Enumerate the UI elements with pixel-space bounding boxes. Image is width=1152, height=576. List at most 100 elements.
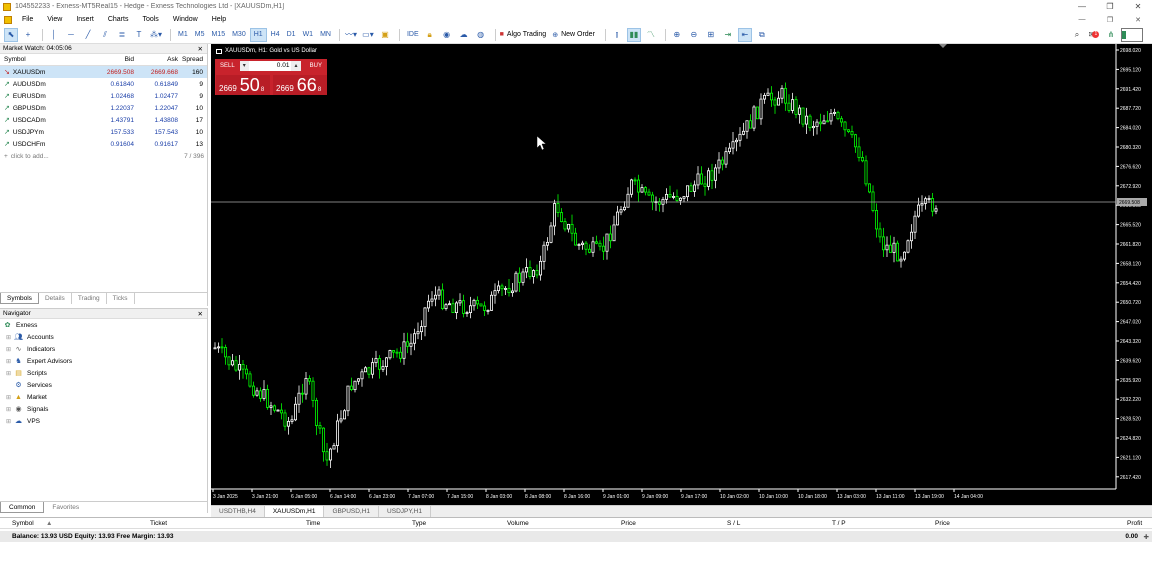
close-icon[interactable]: ✕: [198, 310, 203, 318]
nav-item-services[interactable]: ⚙ Services: [0, 379, 207, 391]
sell-price-button[interactable]: 2669 50 8: [216, 75, 270, 95]
price-chart[interactable]: 2698.020 2695.120 2691.420 2687.720 2684.020…: [211, 44, 1152, 505]
buy-button[interactable]: BUY: [305, 63, 327, 69]
col-ask[interactable]: Ask: [134, 56, 178, 63]
nav-item-expert-advisors[interactable]: ⊞ ♞ Expert Advisors: [0, 355, 207, 367]
col-symbol[interactable]: Symbol: [0, 56, 90, 63]
autoscroll-icon[interactable]: ⇥: [721, 28, 735, 42]
symbol-row[interactable]: ↗ USDCADm 1.43791 1.43808 17: [0, 114, 207, 126]
close-icon[interactable]: ✕: [198, 45, 203, 53]
wifi-icon[interactable]: ⋔: [1104, 28, 1118, 42]
tf-h1[interactable]: H1: [249, 27, 267, 42]
col-time[interactable]: Time: [306, 520, 320, 527]
lock-icon[interactable]: 🔒︎: [423, 28, 437, 42]
cloud-icon[interactable]: ☁: [457, 28, 471, 42]
col-ticket[interactable]: Ticket: [150, 520, 167, 527]
nav-item-signals[interactable]: ⊞ ◉ Signals: [0, 403, 207, 415]
expand-icon[interactable]: ⊞: [6, 334, 14, 341]
nav-item-vps[interactable]: ⊞ ☁ VPS: [0, 415, 207, 427]
templates-icon[interactable]: ▭▾: [361, 28, 375, 42]
bar-chart-icon[interactable]: ⫾: [610, 28, 624, 42]
col-price-current[interactable]: Price: [935, 520, 950, 527]
symbol-row[interactable]: ↗ AUDUSDm 0.61840 0.61849 9: [0, 78, 207, 90]
volume-down-button[interactable]: ▾: [239, 61, 249, 71]
add-symbol-row[interactable]: + click to add... 7 / 396: [0, 150, 207, 162]
symbol-row[interactable]: ↘ XAUUSDm 2669.508 2669.668 160: [0, 66, 207, 78]
maximize-button[interactable]: ❐: [1096, 2, 1124, 11]
expand-icon[interactable]: ⊞: [6, 358, 14, 365]
tf-d1[interactable]: D1: [284, 28, 299, 42]
new-chart-icon[interactable]: ▣: [378, 28, 392, 42]
col-spread[interactable]: Spread: [178, 56, 206, 63]
menu-tools[interactable]: Tools: [136, 16, 166, 23]
chart-tab[interactable]: USDJPY,H1: [379, 506, 431, 517]
candlestick-icon[interactable]: ▮▮: [626, 27, 641, 42]
menu-window[interactable]: Window: [167, 16, 206, 23]
col-price[interactable]: Price: [621, 520, 636, 527]
cursor-icon[interactable]: ⬉: [4, 27, 18, 42]
volume-input[interactable]: 0.01: [248, 61, 292, 71]
chart-area[interactable]: 2698.020 2695.120 2691.420 2687.720 2684.020…: [211, 44, 1152, 517]
chart-tab[interactable]: USDTHB,H4: [211, 506, 265, 517]
col-symbol[interactable]: Symbol: [12, 520, 34, 527]
close-button[interactable]: ✕: [1124, 2, 1152, 11]
tab-ticks[interactable]: Ticks: [107, 293, 135, 304]
horizontal-line-icon[interactable]: ─: [64, 28, 78, 42]
col-tp[interactable]: T / P: [832, 520, 846, 527]
vps-icon[interactable]: ◍: [474, 28, 488, 42]
col-sl[interactable]: S / L: [727, 520, 740, 527]
new-order-button[interactable]: ⊕ New Order: [552, 31, 595, 39]
symbol-row[interactable]: ↗ GBPUSDm 1.22037 1.22047 10: [0, 102, 207, 114]
messages-icon[interactable]: ✉1: [1087, 28, 1101, 42]
trendline-icon[interactable]: ╱: [81, 28, 95, 42]
menu-charts[interactable]: Charts: [102, 16, 137, 23]
col-type[interactable]: Type: [412, 520, 426, 527]
col-volume[interactable]: Volume: [507, 520, 529, 527]
shapes-icon[interactable]: ⁂▾: [149, 28, 163, 42]
child-minimize-button[interactable]: —: [1068, 16, 1096, 24]
zoom-out-icon[interactable]: ⊖: [687, 28, 701, 42]
expand-icon[interactable]: ⊞: [6, 394, 14, 401]
tab-common[interactable]: Common: [0, 502, 45, 513]
expand-icon[interactable]: ⊞: [6, 346, 14, 353]
grid-icon[interactable]: ⊞: [704, 28, 718, 42]
tf-mn[interactable]: MN: [317, 28, 334, 42]
zoom-in-icon[interactable]: ⊕: [670, 28, 684, 42]
nav-root[interactable]: ✿ Exness: [0, 319, 207, 331]
line-chart-icon[interactable]: 〽: [644, 28, 658, 42]
volume-up-button[interactable]: ▴: [291, 61, 301, 71]
crosshair-icon[interactable]: +: [21, 28, 35, 42]
signal-icon[interactable]: ◉: [440, 28, 454, 42]
fibonacci-icon[interactable]: ≣: [115, 28, 129, 42]
expand-icon[interactable]: ✚: [1144, 533, 1149, 541]
nav-item-indicators[interactable]: ⊞ ∿ Indicators: [0, 343, 207, 355]
minimize-button[interactable]: —: [1068, 2, 1096, 11]
tf-h4[interactable]: H4: [268, 28, 283, 42]
menu-file[interactable]: File: [16, 16, 41, 23]
screenshot-icon[interactable]: ⧉: [755, 28, 769, 42]
tf-w1[interactable]: W1: [300, 28, 317, 42]
indicators-icon[interactable]: 〰▾: [344, 28, 358, 42]
col-profit[interactable]: Profit: [1127, 520, 1142, 527]
chart-tab[interactable]: GBPUSD,H1: [324, 506, 380, 517]
nav-item-market[interactable]: ⊞ ▲ Market: [0, 391, 207, 403]
tab-symbols[interactable]: Symbols: [0, 293, 39, 304]
sell-button[interactable]: SELL: [215, 63, 240, 69]
buy-price-button[interactable]: 2669 66 8: [273, 75, 327, 95]
child-restore-button[interactable]: ❐: [1096, 16, 1124, 24]
nav-item-scripts[interactable]: ⊞ ▤ Scripts: [0, 367, 207, 379]
tf-m5[interactable]: M5: [192, 28, 208, 42]
child-close-button[interactable]: ✕: [1124, 16, 1152, 24]
symbol-row[interactable]: ↗ USDCHFm 0.91604 0.91617 13: [0, 138, 207, 150]
tab-favorites[interactable]: Favorites: [44, 502, 87, 513]
symbol-row[interactable]: ↗ USDJPYm 157.533 157.543 10: [0, 126, 207, 138]
chart-shift-icon[interactable]: ⇤: [737, 27, 752, 42]
search-icon[interactable]: ⌕: [1070, 28, 1084, 42]
channel-icon[interactable]: ⫽: [98, 28, 112, 42]
expand-icon[interactable]: ⊞: [6, 418, 14, 425]
expand-icon[interactable]: ⊞: [6, 406, 14, 413]
col-bid[interactable]: Bid: [90, 56, 134, 63]
nav-item-accounts[interactable]: ⊞ 👥︎ Accounts: [0, 331, 207, 343]
balance-row[interactable]: Balance: 13.93 USD Equity: 13.93 Free Ma…: [0, 531, 1152, 542]
algo-trading-button[interactable]: ■ Algo Trading: [500, 31, 547, 38]
